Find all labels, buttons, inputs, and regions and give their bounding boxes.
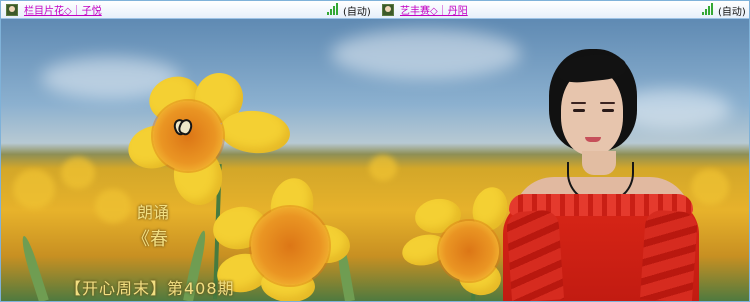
video-panel: 朗诵 《春 【开心周末】第408期 <box>1 19 749 301</box>
butterfly-icon <box>174 119 192 135</box>
bokeh-flower <box>13 169 55 209</box>
presenter-woman <box>503 49 699 301</box>
left-user-avatar[interactable] <box>6 3 18 16</box>
left-signal-icon <box>327 3 341 15</box>
poem-title-fragment: 《春 <box>132 229 168 250</box>
episode-caption: 【开心周末】第408期 <box>65 279 235 298</box>
right-user-slot[interactable]: 艺丰赛◇｜丹阳 <box>379 2 468 17</box>
live-room-window: 栏目片花◇｜子悦 (自动) 艺丰赛◇｜丹阳 (自动) 朗诵 《春 【开心周末】第… <box>0 0 750 302</box>
left-user-name[interactable]: 栏目片花◇｜子悦 <box>24 2 102 17</box>
bokeh-flower <box>95 189 131 223</box>
right-user-auto-status: (自动) <box>718 7 746 18</box>
daffodil-leaf <box>18 234 49 301</box>
right-signal-icon <box>702 3 716 15</box>
right-user-avatar[interactable] <box>382 3 394 16</box>
cloud-shape <box>331 29 521 79</box>
recitation-label: 朗诵 <box>137 203 170 222</box>
left-user-auto-status: (自动) <box>343 7 371 18</box>
bokeh-flower <box>369 155 397 181</box>
left-user-slot[interactable]: 栏目片花◇｜子悦 <box>3 2 102 17</box>
mic-status-bar: 栏目片花◇｜子悦 (自动) 艺丰赛◇｜丹阳 (自动) <box>1 1 749 19</box>
right-user-name[interactable]: 艺丰赛◇｜丹阳 <box>400 2 468 17</box>
bokeh-flower <box>61 157 95 189</box>
